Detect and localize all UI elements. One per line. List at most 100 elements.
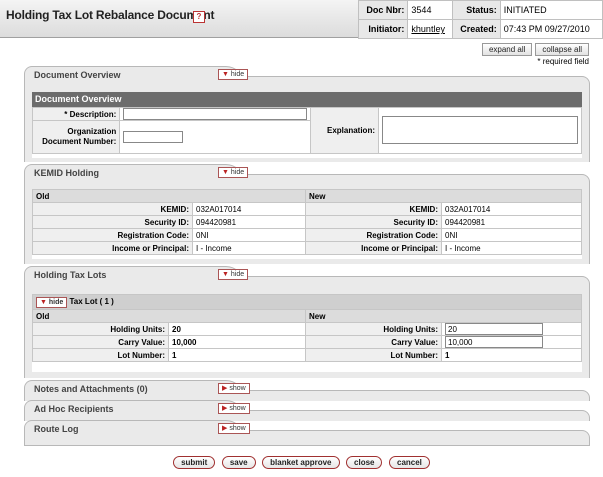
tax-lot-subheader: ▼ hide Tax Lot ( 1 ) xyxy=(32,294,582,310)
explanation-cell xyxy=(378,107,582,154)
triangle-right-icon: ▶ xyxy=(222,385,228,392)
old-value: 094420981 xyxy=(192,215,306,229)
initiator-link[interactable]: khuntley xyxy=(411,24,445,34)
section-title: Document Overview xyxy=(32,92,582,107)
row-label: Carry Value: xyxy=(305,335,442,349)
kemid-holding-panel: Old New KEMID: 032A017014 KEMID: 032A017… xyxy=(24,182,590,264)
status-value: INITIATED xyxy=(499,0,603,20)
tab-document-overview: Document Overview ▼ hide xyxy=(24,66,590,84)
description-cell xyxy=(119,107,312,121)
row-label: Security ID: xyxy=(305,215,442,229)
cancel-button[interactable]: cancel xyxy=(389,456,430,469)
old-value: 20 xyxy=(168,322,306,336)
document-info-table: Doc Nbr: 3544 Status: INITIATED Initiato… xyxy=(357,0,603,39)
expand-all-button[interactable]: expand all xyxy=(481,43,533,56)
status-label: Status: xyxy=(451,0,501,20)
row-label: Holding Units: xyxy=(305,322,442,336)
row-label: Lot Number: xyxy=(32,348,169,362)
submit-button[interactable]: submit xyxy=(173,456,216,469)
tab-kemid-holding: KEMID Holding ▼ hide xyxy=(24,164,590,182)
required-field-note: * required field xyxy=(537,57,589,66)
tab-label: KEMID Holding xyxy=(34,168,99,178)
triangle-down-icon: ▼ xyxy=(222,71,229,78)
save-button[interactable]: save xyxy=(221,456,256,469)
new-value-cell xyxy=(441,335,582,349)
row-label: Holding Units: xyxy=(32,322,169,336)
doc-nbr-label: Doc Nbr: xyxy=(357,0,409,20)
carry-value-input[interactable] xyxy=(445,336,543,348)
action-buttons: submit save blanket approve close cancel xyxy=(0,456,603,469)
document-header: Holding Tax Lot Rebalance Document ? Doc… xyxy=(0,0,603,39)
triangle-down-icon: ▼ xyxy=(222,169,229,176)
initiator-label: Initiator: xyxy=(357,19,409,39)
blanket-approve-button[interactable]: blanket approve xyxy=(262,456,340,469)
notes-show-button[interactable]: ▶ show xyxy=(218,383,250,394)
explanation-label: Explanation: xyxy=(310,107,379,154)
adhoc-show-button[interactable]: ▶ show xyxy=(218,403,250,414)
table-row: KEMID: 032A017014 KEMID: 032A017014 xyxy=(32,202,582,216)
row-label: Lot Number: xyxy=(305,348,442,362)
tax-lot-title: Tax Lot ( 1 ) xyxy=(69,296,114,306)
old-value: 1 xyxy=(168,348,306,362)
triangle-down-icon: ▼ xyxy=(40,298,47,306)
document-overview-table: * Description: Explanation: Organization… xyxy=(31,107,582,154)
tab-ad-hoc-recipients: Ad Hoc Recipients ▶ show xyxy=(24,400,590,418)
row-label: Registration Code: xyxy=(32,228,193,242)
document-overview-panel: Document Overview * Description: Explana… xyxy=(24,84,590,162)
holding-tax-lots-hide-button[interactable]: ▼ hide xyxy=(218,269,249,280)
tab-label: Notes and Attachments (0) xyxy=(34,384,148,394)
row-label: KEMID: xyxy=(305,202,442,216)
triangle-right-icon: ▶ xyxy=(222,405,228,412)
new-header: New xyxy=(305,189,582,203)
route-log-show-button[interactable]: ▶ show xyxy=(218,423,250,434)
tab-label: Route Log xyxy=(34,424,79,434)
initiator-cell: khuntley xyxy=(407,19,453,39)
new-value-cell xyxy=(441,322,582,336)
table-row: Registration Code: 0NI Registration Code… xyxy=(32,228,582,242)
top-buttons: expand all collapse all xyxy=(479,43,589,56)
collapse-all-button[interactable]: collapse all xyxy=(535,43,589,56)
close-button[interactable]: close xyxy=(346,456,383,469)
new-value: I - Income xyxy=(441,241,582,255)
tab-route-log: Route Log ▶ show xyxy=(24,420,590,438)
holding-units-input[interactable] xyxy=(445,323,543,335)
row-label: Income or Principal: xyxy=(32,241,193,255)
created-value: 07:43 PM 09/27/2010 xyxy=(499,19,603,39)
explanation-textarea[interactable] xyxy=(382,115,578,144)
old-value: 0NI xyxy=(192,228,306,242)
document-title: Holding Tax Lot Rebalance Document xyxy=(6,8,215,22)
org-doc-number-input[interactable] xyxy=(123,131,184,143)
org-doc-number-cell xyxy=(119,120,312,154)
kemid-holding-hide-button[interactable]: ▼ hide xyxy=(218,167,249,178)
row-label: Carry Value: xyxy=(32,335,169,349)
table-row: Lot Number: 1 Lot Number: 1 xyxy=(32,348,582,362)
document-overview-hide-button[interactable]: ▼ hide xyxy=(218,69,249,80)
description-label: * Description: xyxy=(31,107,121,121)
row-label: Registration Code: xyxy=(305,228,442,242)
new-value: 0NI xyxy=(441,228,582,242)
triangle-right-icon: ▶ xyxy=(222,425,228,432)
created-label: Created: xyxy=(451,19,501,39)
old-value: I - Income xyxy=(192,241,306,255)
new-value: 032A017014 xyxy=(441,202,582,216)
tax-lot-table: ▼ hide Tax Lot ( 1 ) Old New Holding Uni… xyxy=(32,294,582,362)
row-label: Income or Principal: xyxy=(305,241,442,255)
table-row: Carry Value: 10,000 Carry Value: xyxy=(32,335,582,349)
triangle-down-icon: ▼ xyxy=(222,271,229,278)
table-row: Security ID: 094420981 Security ID: 0944… xyxy=(32,215,582,229)
description-input[interactable] xyxy=(123,108,308,120)
new-value: 1 xyxy=(441,348,582,362)
doc-nbr-value: 3544 xyxy=(407,0,453,20)
holding-tax-lots-panel: ▼ hide Tax Lot ( 1 ) Old New Holding Uni… xyxy=(24,284,590,378)
help-icon[interactable]: ? xyxy=(193,11,205,23)
kemid-holding-table: Old New KEMID: 032A017014 KEMID: 032A017… xyxy=(32,189,582,255)
old-header: Old xyxy=(32,189,306,203)
row-label: Security ID: xyxy=(32,215,193,229)
tab-holding-tax-lots: Holding Tax Lots ▼ hide xyxy=(24,266,590,284)
tax-lot-hide-button[interactable]: ▼ hide xyxy=(36,296,68,308)
old-value: 032A017014 xyxy=(192,202,306,216)
old-header: Old xyxy=(32,309,306,323)
tab-label: Ad Hoc Recipients xyxy=(34,404,114,414)
table-row: Holding Units: 20 Holding Units: xyxy=(32,322,582,336)
row-label: KEMID: xyxy=(32,202,193,216)
